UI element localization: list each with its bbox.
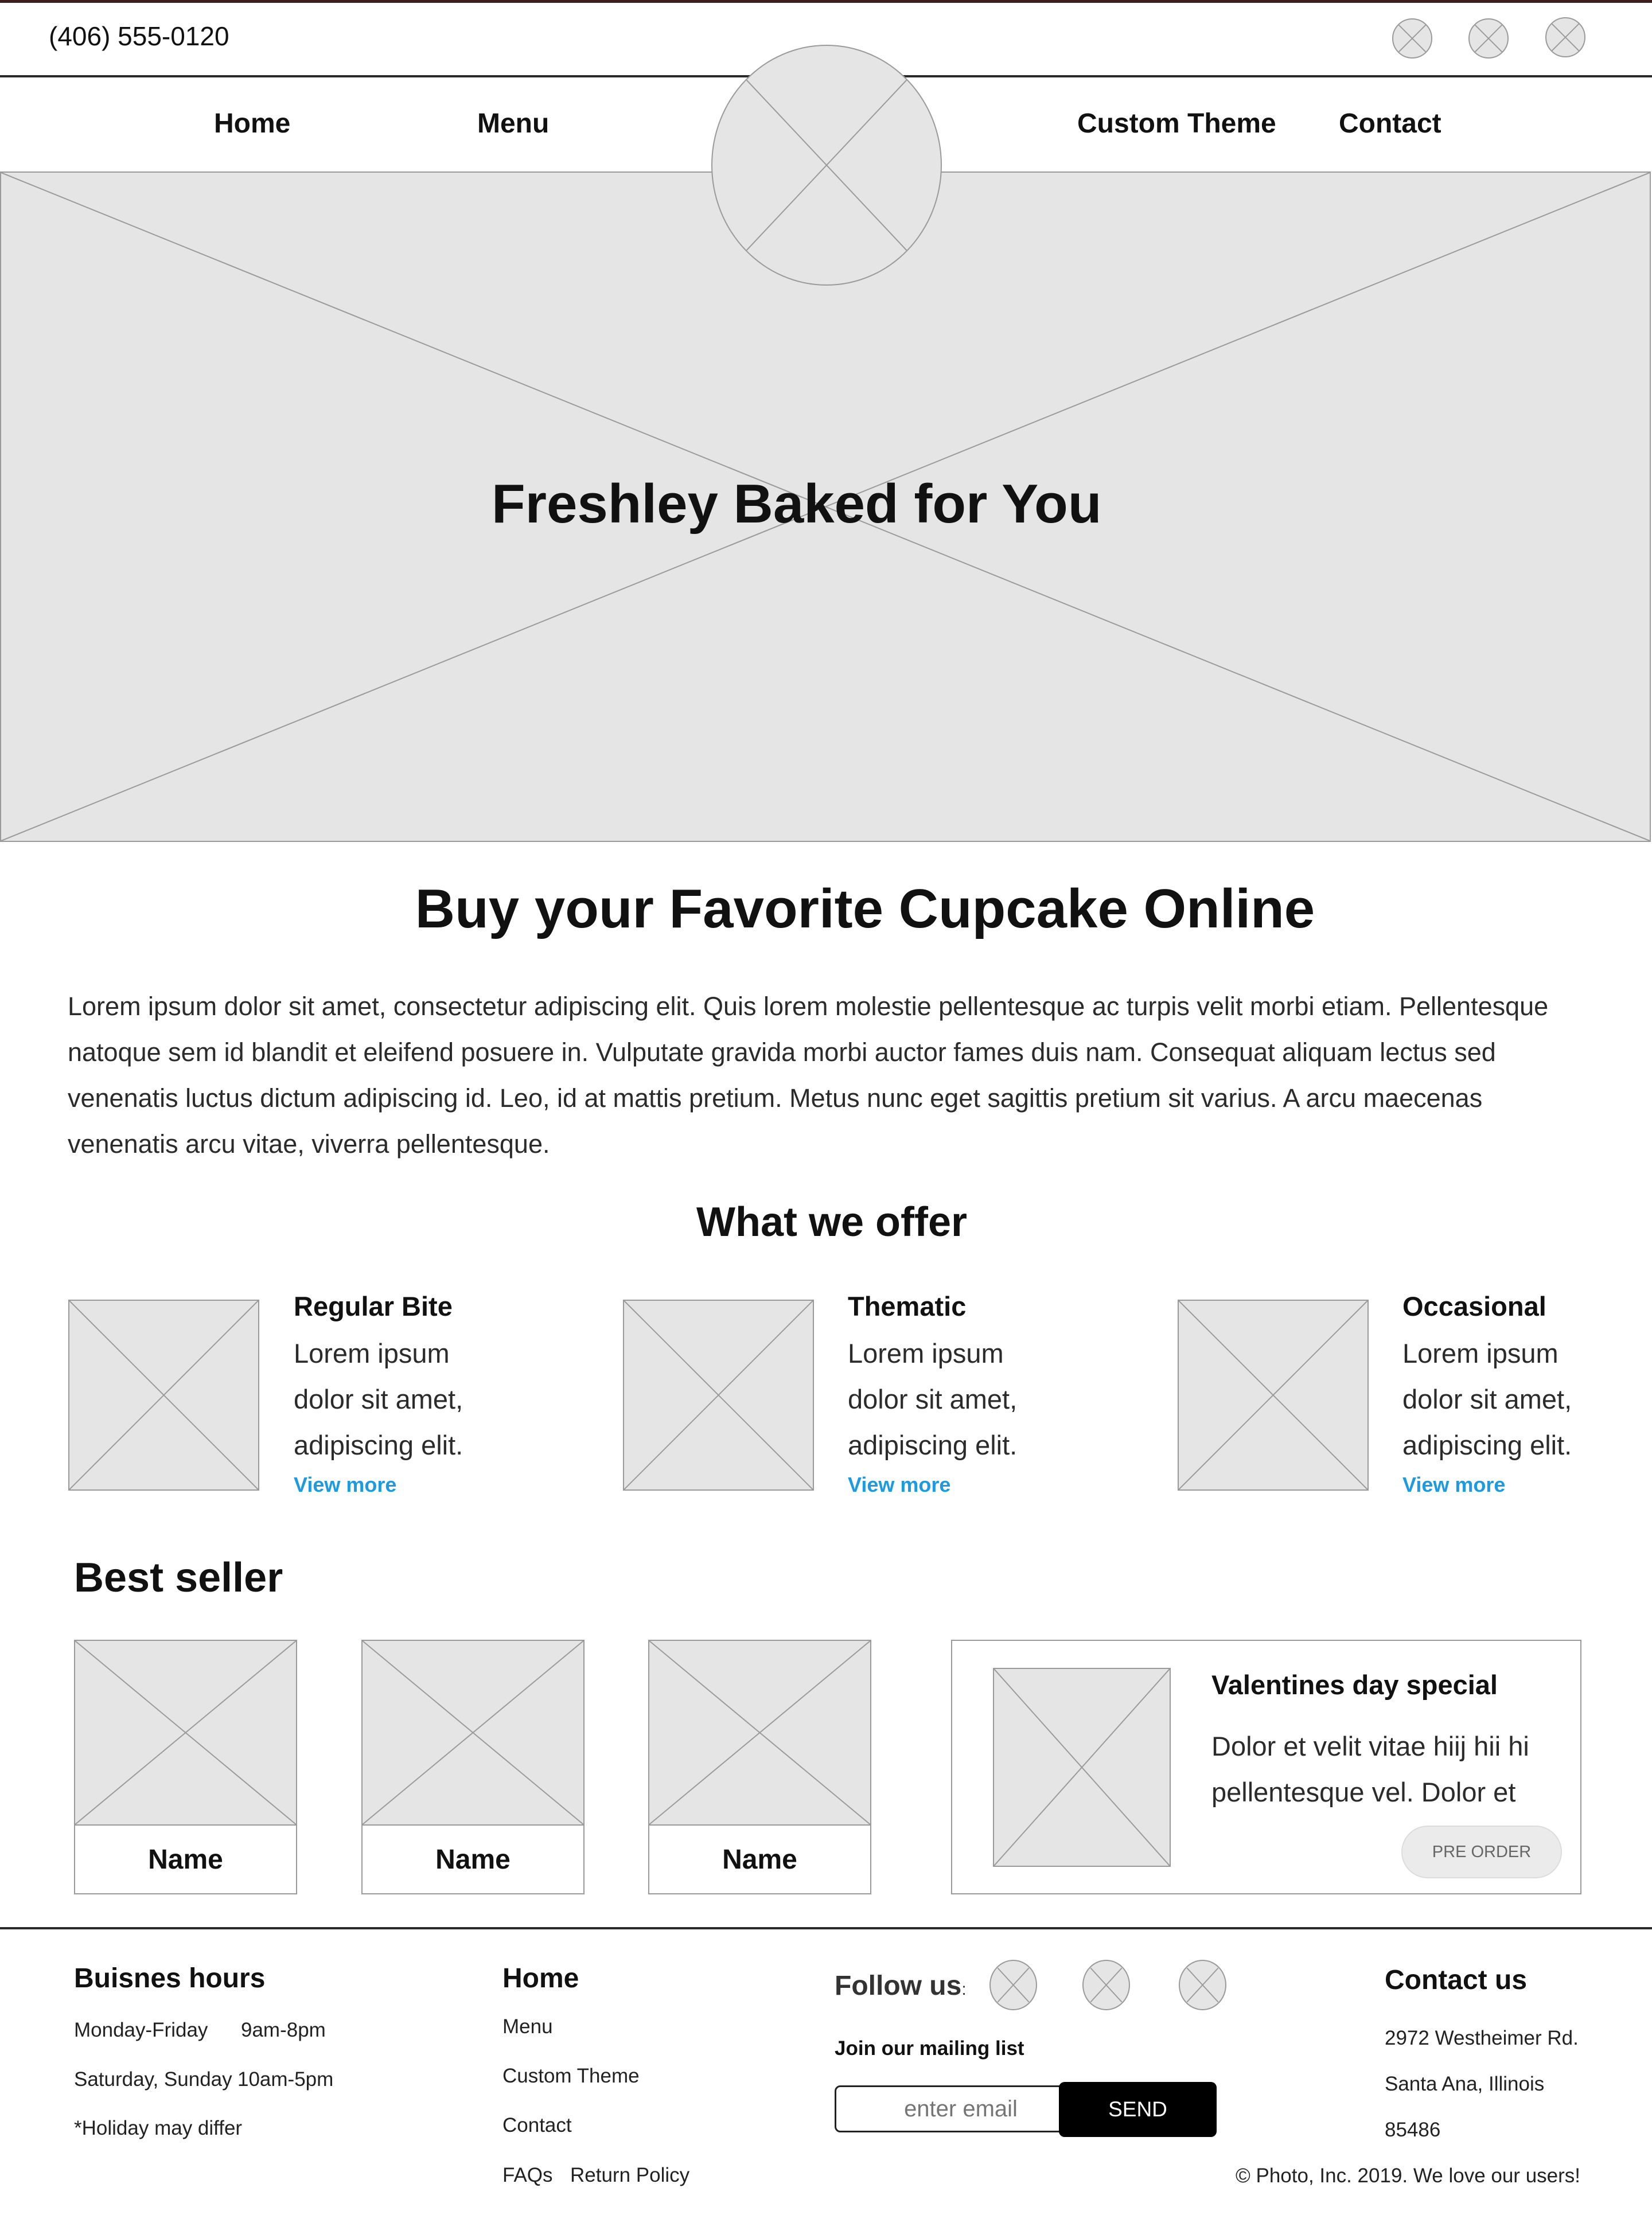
intro-heading: Buy your Favorite Cupcake Online [415, 878, 1315, 939]
social-icon-footer-1[interactable] [989, 1960, 1037, 2010]
offer-title: Occasional [1402, 1291, 1546, 1321]
special-description: Dolor et velit vitae hiij hii hi pellent… [1211, 1731, 1529, 1807]
offer-description: Lorem ipsum dolor sit amet, adipiscing e… [848, 1338, 1018, 1460]
offer-description: Lorem ipsum dolor sit amet, adipiscing e… [1402, 1338, 1572, 1460]
send-button[interactable]: SEND [1059, 2082, 1217, 2137]
special-title: Valentines day special [1211, 1670, 1498, 1700]
hero-title: Freshley Baked for You [492, 473, 1102, 535]
product-name[interactable]: Name [74, 1824, 297, 1894]
offer-image [1178, 1300, 1369, 1491]
offer-title: Regular Bite [294, 1291, 453, 1321]
view-more-link[interactable]: View more [1402, 1473, 1505, 1497]
offer-image [68, 1300, 259, 1491]
phone-number: (406) 555-0120 [49, 21, 229, 51]
nav-custom-theme[interactable]: Custom Theme [1077, 108, 1276, 139]
view-more-link[interactable]: View more [848, 1473, 950, 1497]
product-name[interactable]: Name [361, 1824, 585, 1894]
holiday-note: *Holiday may differ [74, 2117, 243, 2139]
social-icon-2[interactable] [1468, 18, 1509, 59]
contact-address-line1: 2972 Westheimer Rd. [1385, 2027, 1579, 2049]
nav-contact[interactable]: Contact [1339, 108, 1441, 139]
top-border [0, 0, 1652, 3]
hours-days: Monday-Friday [74, 2019, 208, 2041]
hours-time: 10am-5pm [237, 2068, 334, 2091]
special-image [993, 1668, 1171, 1867]
hours-days: Saturday, Sunday [74, 2068, 232, 2091]
contact-address-line2: Santa Ana, Illinois [1385, 2073, 1545, 2095]
product-image[interactable] [648, 1640, 871, 1826]
nav-menu[interactable]: Menu [477, 108, 549, 139]
product-name[interactable]: Name [648, 1824, 871, 1894]
mailing-list-label: Join our mailing list [835, 2037, 1024, 2060]
footer-link-custom-theme[interactable]: Custom Theme [502, 2065, 640, 2088]
footer-link-contact[interactable]: Contact [502, 2114, 572, 2137]
contact-heading: Contact us [1385, 1965, 1528, 1995]
intro-paragraph: Lorem ipsum dolor sit amet, consectetur … [68, 992, 1549, 1159]
contact-zip: 85486 [1385, 2119, 1441, 2141]
pre-order-button[interactable]: PRE ORDER [1401, 1826, 1562, 1878]
hours-heading: Buisnes hours [74, 1963, 266, 1994]
offer-image [623, 1300, 814, 1491]
product-image[interactable] [74, 1640, 297, 1826]
view-more-link[interactable]: View more [294, 1473, 396, 1497]
offer-description: Lorem ipsum dolor sit amet, adipiscing e… [294, 1338, 463, 1460]
email-input[interactable] [835, 2085, 1076, 2132]
best-seller-heading: Best seller [74, 1555, 283, 1601]
social-icon-footer-3[interactable] [1179, 1960, 1226, 2010]
hours-time: 9am-8pm [241, 2019, 326, 2041]
footer-link-home[interactable]: Home [502, 1963, 579, 1994]
footer-link-faqs[interactable]: FAQs [502, 2164, 553, 2187]
logo-placeholder[interactable] [711, 45, 942, 286]
offer-title: Thematic [848, 1291, 967, 1321]
follow-us-label: Follow us: [835, 1971, 967, 2001]
footer-divider [0, 1927, 1652, 1929]
offer-heading: What we offer [696, 1199, 968, 1245]
product-image[interactable] [361, 1640, 585, 1826]
footer-link-menu[interactable]: Menu [502, 2015, 553, 2038]
social-icon-3[interactable] [1545, 17, 1585, 57]
social-icon-footer-2[interactable] [1082, 1960, 1130, 2010]
footer-link-return-policy[interactable]: Return Policy [570, 2164, 689, 2187]
social-icon-1[interactable] [1392, 18, 1432, 59]
nav-home[interactable]: Home [214, 108, 290, 139]
copyright: © Photo, Inc. 2019. We love our users! [1235, 2165, 1580, 2187]
